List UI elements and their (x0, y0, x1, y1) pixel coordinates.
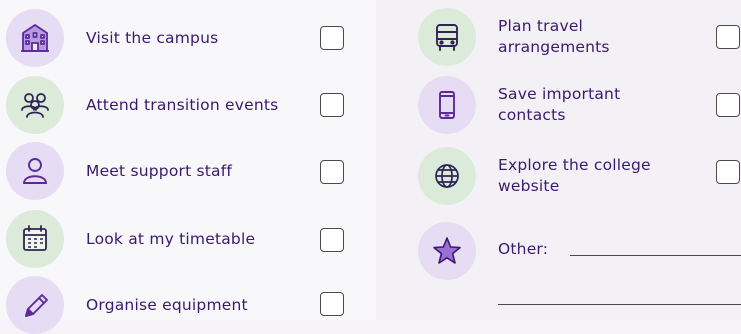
checklist-item-label-continued: website (498, 177, 560, 195)
phone-icon (418, 76, 476, 134)
checkbox-look-at-timetable[interactable] (320, 228, 344, 252)
other-label: Other: (498, 239, 549, 258)
checkbox-explore-website[interactable] (716, 160, 740, 184)
checklist-item-save-contacts: Save important contacts (418, 76, 620, 134)
globe-icon (418, 147, 476, 205)
checklist-item-label: Organise equipment (86, 295, 248, 314)
checklist-item-label: Look at my timetable (86, 229, 256, 248)
checkbox-plan-travel[interactable] (716, 25, 740, 49)
person-icon (6, 142, 64, 200)
checkbox-attend-transition-events[interactable] (320, 93, 344, 117)
checklist-item-explore-website: Explore the college website (418, 147, 651, 205)
checklist-item-label: Save important (498, 85, 621, 103)
checkbox-visit-campus[interactable] (320, 26, 344, 50)
checklist-item-label: Attend transition events (86, 95, 279, 114)
checklist-item-plan-travel: Plan travel arrangements (418, 8, 610, 66)
checkbox-save-contacts[interactable] (716, 93, 740, 117)
checklist-item-other: Other: (418, 222, 548, 280)
other-write-in-line-2[interactable] (498, 304, 741, 305)
calendar-icon (6, 210, 64, 268)
other-write-in-line[interactable] (570, 255, 741, 256)
checkbox-organise-equipment[interactable] (320, 292, 344, 316)
pencil-icon (6, 276, 64, 334)
checklist-item-attend-transition-events: Attend transition events (6, 76, 278, 134)
star-icon (418, 222, 476, 280)
checklist-item-label: Visit the campus (86, 28, 219, 47)
bus-icon (418, 8, 476, 66)
checklist-item-label: Explore the college (498, 156, 651, 174)
building-icon (6, 9, 64, 67)
checklist-item-label: Plan travel (498, 17, 584, 35)
checklist-item-label-continued: contacts (498, 106, 566, 124)
checklist-item-visit-campus: Visit the campus (6, 9, 218, 67)
people-group-icon (6, 76, 64, 134)
checklist-item-label-continued: arrangements (498, 38, 610, 56)
checklist-item-label: Meet support staff (86, 161, 233, 180)
checklist-item-look-at-timetable: Look at my timetable (6, 210, 255, 268)
checkbox-meet-support-staff[interactable] (320, 160, 344, 184)
checklist-item-meet-support-staff: Meet support staff (6, 142, 232, 200)
checklist-item-organise-equipment: Organise equipment (6, 276, 248, 334)
